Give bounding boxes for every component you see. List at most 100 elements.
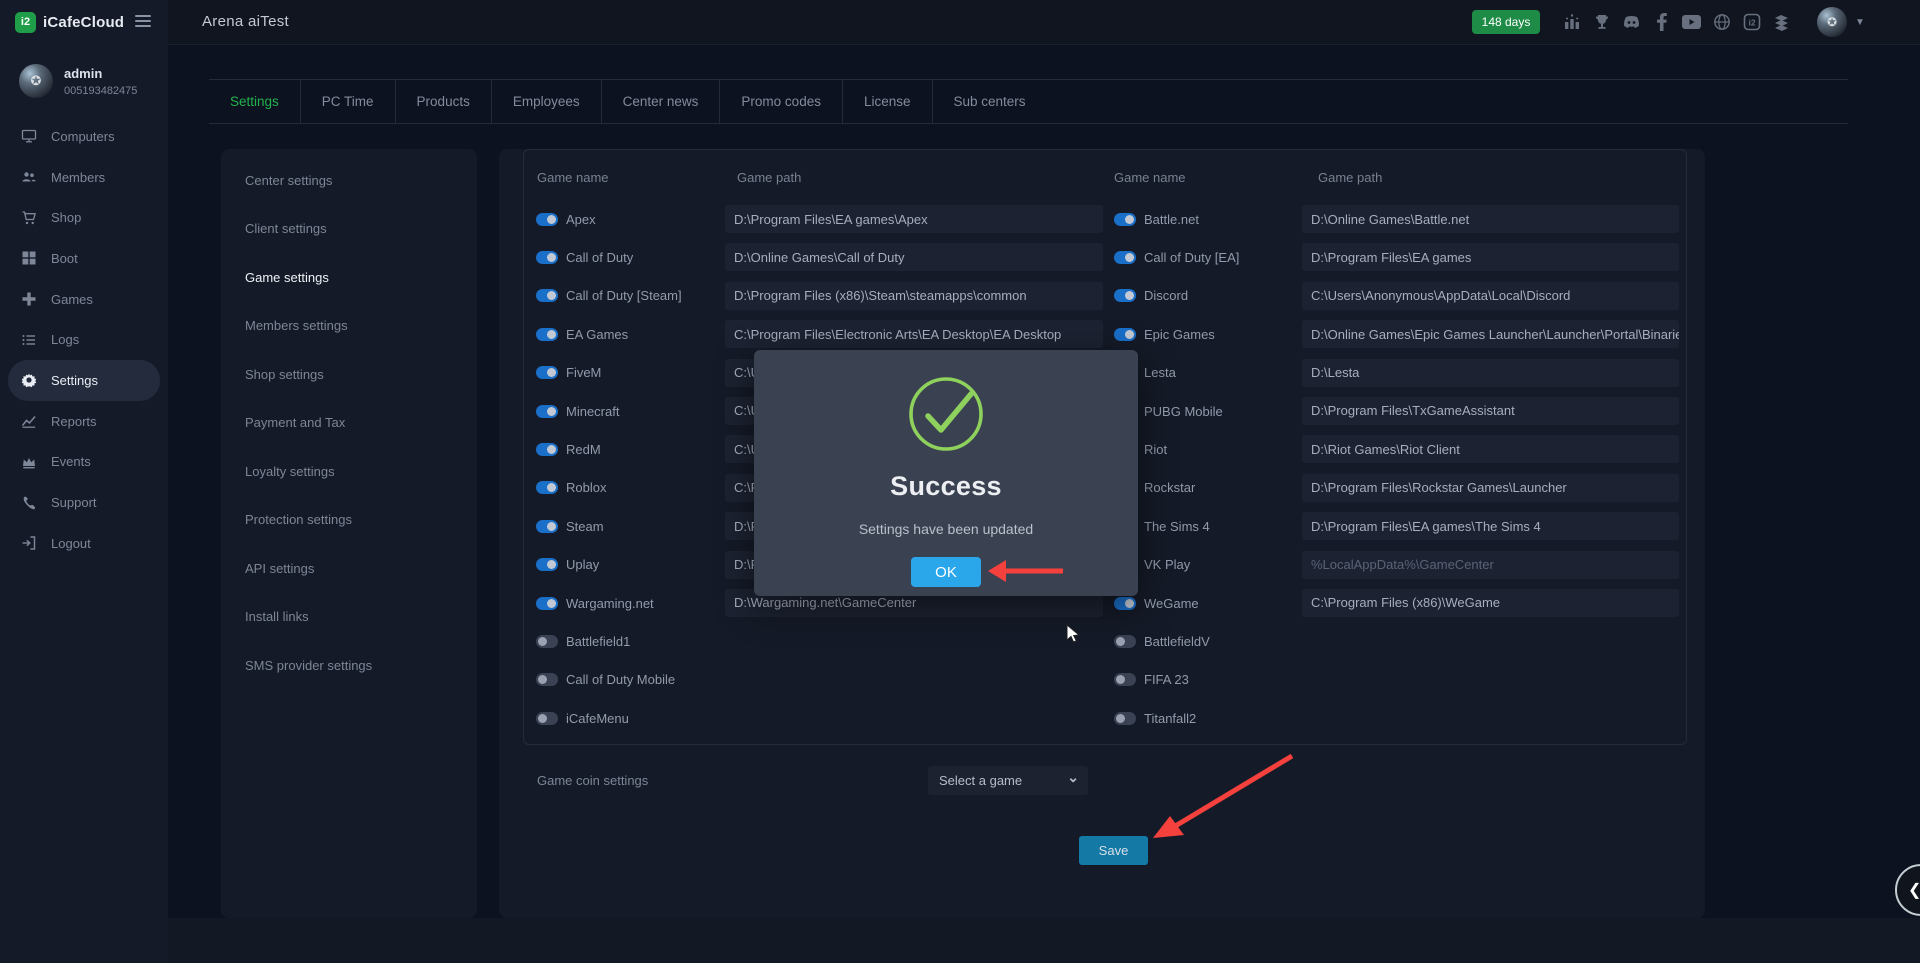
sidebar: ✪ admin 005193482475 ComputersMembersSho… <box>0 44 168 963</box>
sidebar-nav: ComputersMembersShopBootGamesLogsSetting… <box>0 116 168 564</box>
column-header-game-path-right: Game path <box>1318 170 1382 185</box>
success-modal: Success Settings have been updated OK <box>754 350 1138 596</box>
sidebar-item-games[interactable]: Games <box>0 279 168 320</box>
sidebar-item-boot[interactable]: Boot <box>0 238 168 279</box>
globe-icon[interactable] <box>1712 13 1731 32</box>
tab-products[interactable]: Products <box>396 80 491 123</box>
settings-menu-protection-settings[interactable]: Protection settings <box>221 496 477 545</box>
toggle-minecraft[interactable] <box>536 405 558 418</box>
ranking-icon[interactable] <box>1562 13 1581 32</box>
game-path-input[interactable]: D:\Lesta <box>1302 359 1679 387</box>
toggle-discord[interactable] <box>1114 289 1136 302</box>
settings-menu-api-settings[interactable]: API settings <box>221 544 477 593</box>
hamburger-menu-icon[interactable] <box>135 15 151 30</box>
game-row: Call of Duty [Steam] <box>536 277 682 315</box>
settings-menu-game-settings[interactable]: Game settings <box>221 253 477 302</box>
layers-icon[interactable] <box>1772 13 1791 32</box>
tab-sub-centers[interactable]: Sub centers <box>933 80 1047 123</box>
game-name-label: BattlefieldV <box>1144 634 1210 649</box>
toggle-epic-games[interactable] <box>1114 328 1136 341</box>
tab-settings[interactable]: Settings <box>209 80 300 123</box>
game-path-input[interactable]: D:\Program Files\EA games <box>1302 243 1679 271</box>
settings-menu-client-settings[interactable]: Client settings <box>221 205 477 254</box>
gamepad-icon <box>21 291 37 307</box>
sidebar-item-members[interactable]: Members <box>0 157 168 198</box>
game-path-input[interactable]: D:\Online Games\Epic Games Launcher\Laun… <box>1302 320 1679 348</box>
settings-menu-shop-settings[interactable]: Shop settings <box>221 350 477 399</box>
scroll-left-fab[interactable]: ❮ <box>1895 864 1920 916</box>
toggle-call-of-duty[interactable] <box>536 251 558 264</box>
game-name-label: Titanfall2 <box>1144 711 1196 726</box>
toggle-steam[interactable] <box>536 520 558 533</box>
game-path-input[interactable]: D:\Program Files\TxGameAssistant <box>1302 397 1679 425</box>
discord-icon[interactable] <box>1622 13 1641 32</box>
ok-button[interactable]: OK <box>911 557 981 587</box>
icafe-icon[interactable]: i2 <box>1742 13 1761 32</box>
toggle-battlefieldv[interactable] <box>1114 635 1136 648</box>
game-path-input[interactable]: C:\Users\Anonymous\AppData\Local\Discord <box>1302 282 1679 310</box>
chevron-down-icon[interactable]: ▼ <box>1855 17 1865 28</box>
toggle-roblox[interactable] <box>536 481 558 494</box>
tab-employees[interactable]: Employees <box>492 80 601 123</box>
settings-menu-install-links[interactable]: Install links <box>221 593 477 642</box>
toggle-wargaming-net[interactable] <box>536 597 558 610</box>
sidebar-item-events[interactable]: Events <box>0 442 168 483</box>
toggle-icafemenu[interactable] <box>536 712 558 725</box>
settings-menu-payment-and-tax[interactable]: Payment and Tax <box>221 399 477 448</box>
toggle-call-of-duty-mobile[interactable] <box>536 673 558 686</box>
facebook-icon[interactable] <box>1652 13 1671 32</box>
modal-title: Success <box>754 471 1138 502</box>
game-name-label: Call of Duty [EA] <box>1144 250 1239 265</box>
settings-menu-loyalty-settings[interactable]: Loyalty settings <box>221 447 477 496</box>
sidebar-item-logs[interactable]: Logs <box>0 319 168 360</box>
tab-license[interactable]: License <box>843 80 932 123</box>
toggle-call-of-duty-ea-[interactable] <box>1114 251 1136 264</box>
game-row: Epic Games <box>1114 315 1239 353</box>
sidebar-item-logout[interactable]: Logout <box>0 523 168 564</box>
toggle-fivem[interactable] <box>536 366 558 379</box>
toggle-ea-games[interactable] <box>536 328 558 341</box>
game-path-input[interactable]: C:\Program Files\Electronic Arts\EA Desk… <box>725 320 1103 348</box>
game-path-input[interactable]: %LocalAppData%\GameCenter <box>1302 551 1679 579</box>
toggle-titanfall2[interactable] <box>1114 712 1136 725</box>
toggle-battle-net[interactable] <box>1114 213 1136 226</box>
trophy-icon[interactable] <box>1592 13 1611 32</box>
user-avatar[interactable]: ✪ <box>19 64 53 98</box>
settings-menu-center-settings[interactable]: Center settings <box>221 156 477 205</box>
sidebar-item-settings[interactable]: Settings <box>8 360 160 401</box>
sidebar-item-reports[interactable]: Reports <box>0 401 168 442</box>
avatar[interactable]: ✪ <box>1817 7 1847 37</box>
sidebar-item-support[interactable]: Support <box>0 482 168 523</box>
game-row: Call of Duty <box>536 238 682 276</box>
game-path-input[interactable]: C:\Program Files (x86)\WeGame <box>1302 589 1679 617</box>
settings-menu-sms-provider-settings[interactable]: SMS provider settings <box>221 641 477 690</box>
toggle-apex[interactable] <box>536 213 558 226</box>
game-name-label: FIFA 23 <box>1144 672 1189 687</box>
game-path-input[interactable]: D:\Riot Games\Riot Client <box>1302 435 1679 463</box>
user-name: admin <box>64 66 137 81</box>
game-name-label: Rockstar <box>1144 480 1195 495</box>
youtube-icon[interactable] <box>1682 13 1701 32</box>
sidebar-item-computers[interactable]: Computers <box>0 116 168 157</box>
toggle-redm[interactable] <box>536 443 558 456</box>
tab-center-news[interactable]: Center news <box>602 80 720 123</box>
toggle-call-of-duty-steam-[interactable] <box>536 289 558 302</box>
save-button[interactable]: Save <box>1079 836 1148 865</box>
toggle-uplay[interactable] <box>536 558 558 571</box>
tab-pc-time[interactable]: PC Time <box>301 80 395 123</box>
game-path-input[interactable]: D:\Program Files\EA games\The Sims 4 <box>1302 512 1679 540</box>
tab-promo-codes[interactable]: Promo codes <box>720 80 842 123</box>
game-path-input[interactable]: D:\Program Files\Rockstar Games\Launcher <box>1302 474 1679 502</box>
game-name-label: Wargaming.net <box>566 596 654 611</box>
sidebar-item-shop[interactable]: Shop <box>0 197 168 238</box>
toggle-wegame[interactable] <box>1114 597 1136 610</box>
modal-message: Settings have been updated <box>754 521 1138 537</box>
game-path-input[interactable]: D:\Program Files\EA games\Apex <box>725 205 1103 233</box>
toggle-fifa-23[interactable] <box>1114 673 1136 686</box>
game-path-input[interactable]: D:\Online Games\Call of Duty <box>725 243 1103 271</box>
game-select-dropdown[interactable]: Select a game ⌄ <box>928 766 1088 795</box>
settings-menu-members-settings[interactable]: Members settings <box>221 302 477 351</box>
game-path-input[interactable]: D:\Program Files (x86)\Steam\steamapps\c… <box>725 282 1103 310</box>
game-path-input[interactable]: D:\Online Games\Battle.net <box>1302 205 1679 233</box>
toggle-battlefield1[interactable] <box>536 635 558 648</box>
